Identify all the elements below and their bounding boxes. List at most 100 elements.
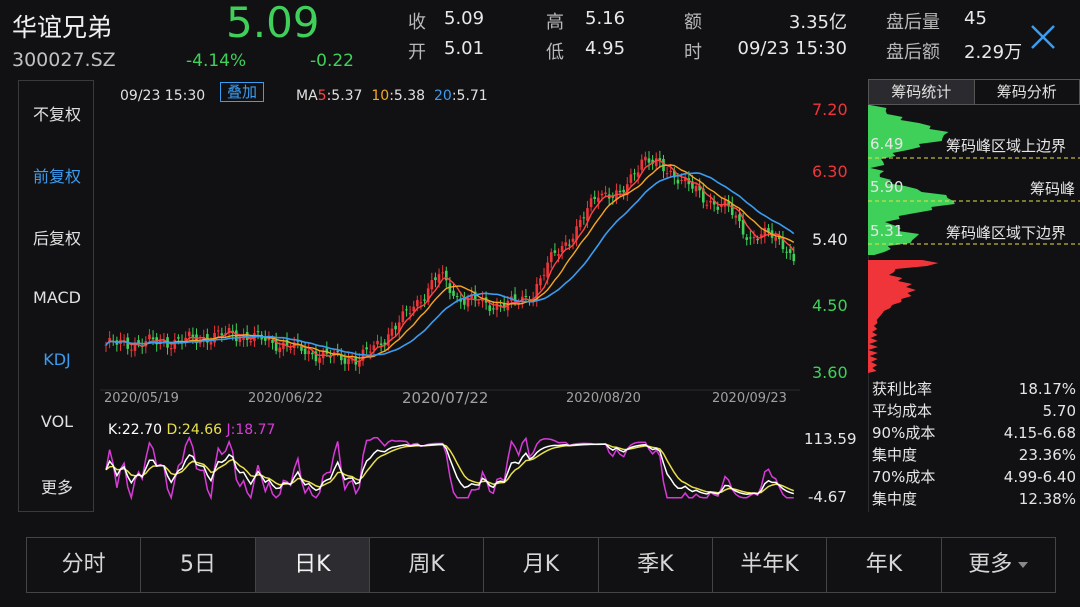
candle-body (716, 206, 720, 210)
candle-body (452, 290, 455, 296)
open-price-label: 开 (408, 42, 426, 63)
tab-5day[interactable]: 5日 (140, 538, 254, 592)
kdj-axis-top: 113.59 (804, 430, 857, 448)
candle-body (307, 350, 311, 355)
candle-body (618, 190, 622, 193)
candle-body (582, 217, 586, 219)
tab-quarterly-k[interactable]: 季K (597, 538, 712, 592)
close-price-label: 收 (408, 12, 426, 33)
stat-row: 集中度 23.36% (872, 444, 1076, 466)
kdj-d-line (105, 443, 795, 495)
candle-body (365, 347, 368, 350)
menu-item-vol[interactable]: VOL (19, 412, 95, 431)
candle-body (187, 331, 191, 337)
tab-monthly-k[interactable]: 月K (483, 538, 597, 592)
candle-body (379, 343, 383, 346)
after-hours-volume-label: 盘后量 (886, 12, 940, 33)
candle-body (669, 170, 673, 172)
candle-body (604, 192, 607, 195)
tab-halfyear-k[interactable]: 半年K (711, 538, 826, 592)
tab-daily-k[interactable]: 日K (254, 538, 369, 592)
tab-chip-stats[interactable]: 筹码统计 (869, 80, 974, 104)
stat-row: 90%成本 4.15-6.68 (872, 422, 1076, 444)
candle-body (734, 215, 738, 218)
candle-body (444, 270, 448, 281)
chip-upper-label: 筹码峰区域上边界 (946, 137, 1067, 155)
candle-body (130, 349, 133, 351)
stat-row: 70%成本 4.99-6.40 (872, 466, 1076, 488)
candle-body (749, 237, 752, 239)
candle-body (557, 254, 560, 256)
price-axis-tick: 3.60 (812, 363, 848, 382)
candle-body (654, 158, 658, 167)
candle-body (430, 280, 434, 290)
tab-weekly-k[interactable]: 周K (368, 538, 483, 592)
menu-item-macd[interactable]: MACD (19, 288, 95, 307)
candle-body (694, 186, 698, 192)
stat-value: 18.17% (1018, 380, 1076, 398)
candle-body (792, 253, 796, 262)
candle-body (788, 249, 792, 253)
candle-body (387, 334, 390, 346)
candle-body (730, 203, 734, 215)
chip-loss-area (868, 260, 939, 373)
time-value: 09/23 15:30 (737, 38, 847, 59)
candle-body (216, 330, 220, 332)
stat-label: 集中度 (872, 490, 918, 508)
menu-item-backward-adjusted[interactable]: 后复权 (19, 225, 95, 249)
stat-value: 12.38% (1018, 490, 1076, 508)
candle-body (191, 334, 195, 337)
candle-body (441, 272, 444, 274)
stat-label: 70%成本 (872, 468, 936, 486)
amount-value: 3.35亿 (788, 12, 847, 33)
candle-body (368, 351, 372, 353)
candle-body (593, 196, 596, 199)
kdj-j-line (105, 435, 794, 501)
candle-body (560, 246, 564, 253)
menu-item-more[interactable]: 更多 (19, 474, 95, 498)
candle-body (676, 179, 680, 184)
period-tab-bar: 分时 5日 日K 周K 月K 季K 半年K 年K 更多 (26, 537, 1056, 593)
candle-body (209, 342, 213, 345)
candle-body (644, 156, 647, 161)
candle-body (347, 358, 350, 365)
kline-chart[interactable] (100, 80, 800, 515)
tab-yearly-k[interactable]: 年K (826, 538, 940, 592)
candle-body (629, 174, 633, 183)
menu-item-forward-adjusted[interactable]: 前复权 (19, 163, 95, 187)
candle-body (148, 334, 151, 340)
stock-name: 华谊兄弟 (12, 13, 113, 42)
open-price-value: 5.01 (444, 38, 485, 59)
menu-item-unadjusted[interactable]: 不复权 (19, 101, 95, 125)
menu-item-kdj[interactable]: KDJ (19, 350, 95, 369)
stat-label: 平均成本 (872, 402, 933, 420)
price-axis-tick: 7.20 (812, 100, 848, 119)
candle-body (412, 306, 415, 312)
high-price-value: 5.16 (585, 8, 626, 29)
chip-upper-price: 6.49 (870, 135, 904, 153)
candle-body (169, 348, 173, 350)
tab-chip-analysis[interactable]: 筹码分析 (973, 80, 1080, 104)
price-axis-tick: 4.50 (812, 296, 848, 315)
candle-body (745, 237, 749, 240)
candle-body (665, 173, 669, 175)
absolute-change: -0.22 (310, 51, 354, 71)
close-button[interactable] (1026, 20, 1060, 54)
candle-body (220, 333, 224, 336)
candle-body (549, 252, 553, 263)
candle-body (741, 219, 745, 235)
candle-body (278, 347, 282, 353)
tab-more[interactable]: 更多 (940, 538, 1055, 592)
close-icon (1031, 25, 1055, 49)
candle-body (416, 300, 419, 307)
chevron-down-icon (1018, 562, 1029, 568)
candle-body (434, 277, 437, 281)
chip-peak-price: 5.90 (870, 178, 904, 196)
candle-body (738, 214, 741, 222)
stat-row: 平均成本 5.70 (872, 400, 1076, 422)
candle-body (640, 159, 644, 170)
tab-intraday[interactable]: 分时 (27, 538, 140, 592)
after-hours-amount-label: 盘后额 (886, 42, 940, 63)
candle-body (419, 302, 423, 304)
candle-body (564, 242, 568, 246)
